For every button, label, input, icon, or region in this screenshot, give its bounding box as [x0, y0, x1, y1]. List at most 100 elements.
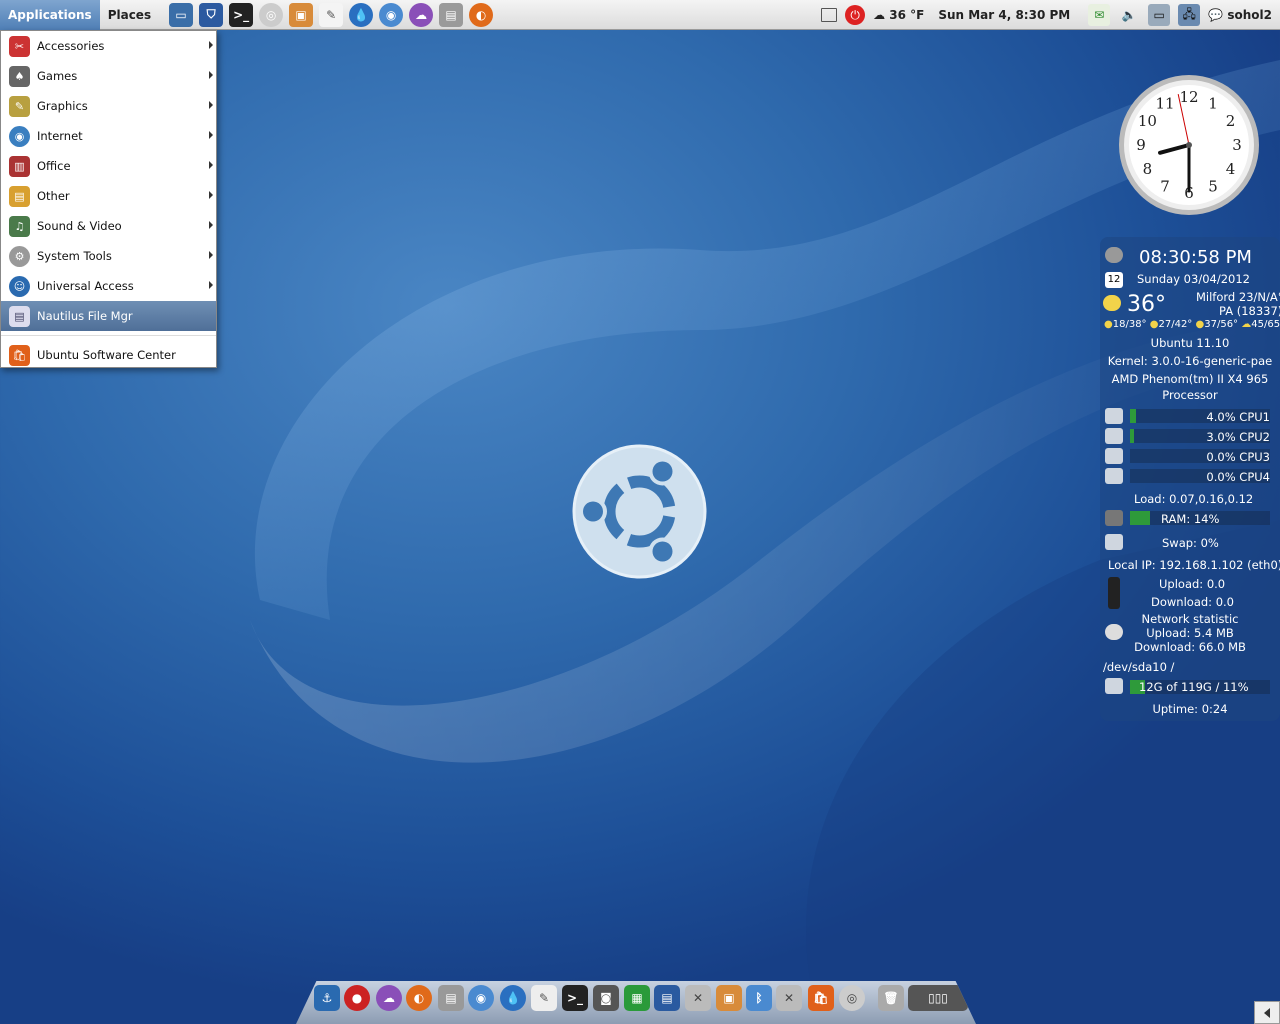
pidgin-icon[interactable]: ☁	[409, 2, 434, 27]
tools-icon[interactable]: ✕	[685, 985, 711, 1011]
chromium-icon[interactable]: ◉	[468, 985, 494, 1011]
chromium-icon[interactable]: ◉	[379, 2, 404, 27]
download-speed: Download: 0.0	[1151, 595, 1234, 609]
clock-number: 5	[1208, 178, 1218, 196]
panel-clock[interactable]: Sun Mar 4, 8:30 PM	[938, 8, 1070, 22]
submenu-arrow-icon	[209, 161, 213, 169]
chat-icon: 💬	[1208, 8, 1224, 22]
joystick-icon[interactable]: ●	[344, 985, 370, 1011]
menu-item-internet[interactable]: ◉ Internet	[1, 121, 216, 151]
camera-icon[interactable]: ◙	[593, 985, 619, 1011]
swap-icon	[1105, 534, 1123, 550]
disk-usage: 12G of 119G / 11%	[1139, 680, 1249, 694]
display-icon[interactable]: ▭	[1148, 4, 1171, 26]
desktop-icon[interactable]: ▭	[169, 2, 194, 27]
os-version: Ubuntu 11.10	[1150, 336, 1230, 350]
text-editor-icon[interactable]: ✎	[319, 2, 344, 27]
arrow-left-icon	[1264, 1007, 1270, 1018]
trash-icon[interactable]: 🗑	[878, 985, 904, 1011]
power-icon[interactable]: ⏻	[845, 5, 866, 25]
water-drop-icon[interactable]: 💧	[500, 985, 526, 1011]
ram-fill	[1130, 511, 1150, 525]
spreadsheet-icon[interactable]: ▦	[624, 985, 650, 1011]
local-ip: Local IP: 192.168.1.102 (eth0)	[1108, 558, 1280, 572]
network-arrows-icon	[1108, 577, 1120, 609]
user-menu[interactable]: 💬 sohol2	[1208, 8, 1272, 22]
bluetooth-icon[interactable]: ᛒ	[746, 985, 772, 1011]
top-panel: Applications Places ▭ ⛉ >_ ◎ ▣ ✎ 💧 ◉ ☁ ▤…	[0, 0, 1280, 30]
water-drop-icon[interactable]: 💧	[349, 2, 374, 27]
swap-label: Swap: 0%	[1162, 536, 1219, 550]
menu-item-office[interactable]: ▥ Office	[1, 151, 216, 181]
menu-item-label: Ubuntu Software Center	[37, 348, 176, 362]
forecast-day: 27/42°	[1158, 319, 1193, 330]
location-line1: Milford 23/N/A°	[1196, 290, 1280, 304]
document-icon[interactable]: ▤	[654, 985, 680, 1011]
firefox-icon[interactable]: ◐	[469, 2, 494, 27]
places-menu-button[interactable]: Places	[100, 0, 159, 30]
software-center-icon[interactable]: 🛍	[808, 985, 834, 1011]
file-manager-icon: ▤	[9, 305, 30, 327]
firefox-icon[interactable]: ◐	[406, 985, 432, 1011]
cloud-icon: ☁	[873, 8, 886, 22]
text-editor-icon[interactable]: ✎	[531, 985, 557, 1011]
cpu1-label: 4.0% CPU1	[1206, 410, 1270, 424]
monitor-date: Sunday 03/04/2012	[1137, 272, 1250, 286]
menu-item-games[interactable]: ♠ Games	[1, 61, 216, 91]
show-desktop-icon[interactable]	[821, 8, 838, 22]
applications-menu-button[interactable]: Applications	[0, 0, 100, 30]
menu-item-universal-access[interactable]: ☺ Universal Access	[1, 271, 216, 301]
username: sohol2	[1227, 8, 1272, 22]
menu-item-graphics[interactable]: ✎ Graphics	[1, 91, 216, 121]
upload-speed: Upload: 0.0	[1159, 577, 1226, 591]
ram-icon	[1105, 510, 1123, 526]
disc-icon[interactable]: ◎	[259, 2, 284, 27]
menu-item-accessories[interactable]: ✂ Accessories	[1, 31, 216, 61]
menu-item-system-tools[interactable]: ⚙ System Tools	[1, 241, 216, 271]
package-icon[interactable]: ▣	[716, 985, 742, 1011]
menu-item-label: Other	[37, 189, 70, 203]
applications-menu: ✂ Accessories ♠ Games ✎ Graphics ◉ Internet …	[0, 30, 217, 368]
ram-label: RAM: 14%	[1161, 512, 1220, 526]
drive-icon[interactable]: ▤	[438, 985, 464, 1011]
menu-item-label: System Tools	[37, 249, 112, 263]
volume-icon[interactable]: 🔈	[1118, 4, 1140, 26]
network-status-icon[interactable]: ✉	[1088, 4, 1111, 26]
shield-icon[interactable]: ⛉	[199, 2, 224, 27]
package-icon[interactable]: ▣	[289, 2, 314, 27]
submenu-arrow-icon	[209, 251, 213, 259]
anchor-icon[interactable]: ⚓	[314, 985, 340, 1011]
pidgin-icon[interactable]: ☁	[376, 985, 402, 1011]
net-stat-title: Network statistic	[1141, 612, 1239, 626]
clock-number: 1	[1208, 94, 1218, 112]
menu-item-sound-video[interactable]: ♫ Sound & Video	[1, 211, 216, 241]
cpu-name: AMD Phenom(tm) II X4 965	[1111, 372, 1269, 386]
net-stat-download: Download: 66.0 MB	[1134, 640, 1246, 654]
cloud-icon: ☁	[1241, 319, 1252, 330]
drive-icon[interactable]: ▤	[439, 2, 464, 27]
forecast-day: 45/65°	[1251, 319, 1280, 330]
network-icon[interactable]: 🖧	[1178, 4, 1201, 26]
clock-number: 2	[1226, 112, 1236, 130]
cpu4-label: 0.0% CPU4	[1206, 470, 1270, 484]
submenu-arrow-icon	[209, 191, 213, 199]
menu-item-label: Games	[37, 69, 78, 83]
workspace-switcher-icon[interactable]: ▯▯▯	[908, 985, 968, 1011]
weather-indicator[interactable]: ☁ 36 °F	[873, 8, 924, 22]
forecast-day: 37/56°	[1204, 319, 1239, 330]
clock-number: 10	[1138, 112, 1157, 130]
corner-arrow-icon[interactable]	[1254, 1001, 1280, 1024]
terminal-icon[interactable]: >_	[229, 2, 254, 27]
cpu2-label: 3.0% CPU2	[1206, 430, 1270, 444]
menu-item-nautilus[interactable]: ▤ Nautilus File Mgr	[1, 301, 216, 331]
system-tools-icon: ⚙	[9, 245, 30, 267]
cpu1-fill	[1130, 409, 1136, 423]
terminal-icon[interactable]: >_	[562, 985, 588, 1011]
dvd-icon[interactable]: ◎	[839, 985, 865, 1011]
menu-item-software-center[interactable]: 🛍 Ubuntu Software Center	[1, 340, 216, 370]
menu-item-other[interactable]: ▤ Other	[1, 181, 216, 211]
sun-icon: ●	[1195, 319, 1205, 330]
settings-icon[interactable]: ✕	[776, 985, 802, 1011]
clock-icon	[1105, 247, 1123, 263]
ubuntu-logo	[572, 444, 707, 579]
